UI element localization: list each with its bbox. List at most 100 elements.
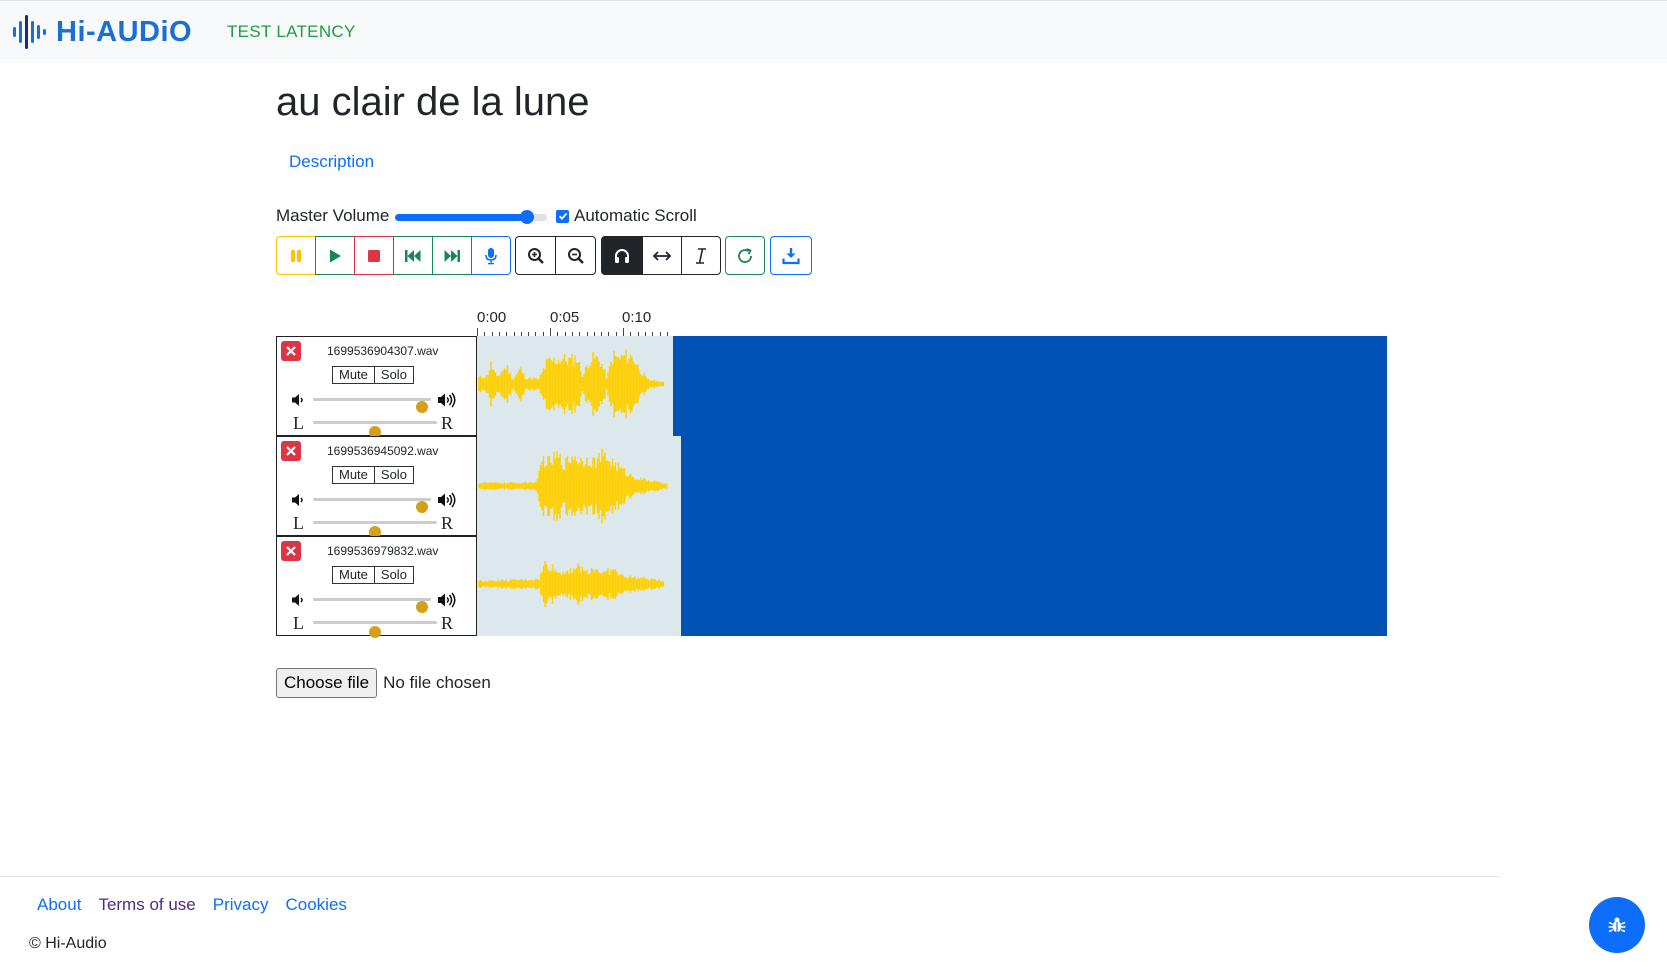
footer-link-about[interactable]: About	[37, 895, 81, 915]
mute-solo-group: Mute Solo	[332, 466, 414, 484]
close-icon	[286, 346, 296, 356]
stop-button[interactable]	[354, 236, 394, 275]
brand-logo[interactable]: Hi-AUDiO	[12, 13, 192, 51]
page-title: au clair de la lune	[276, 80, 590, 124]
sound-wave-logo-icon	[13, 15, 46, 49]
automatic-scroll-checkbox[interactable]	[556, 209, 569, 223]
remove-track-button[interactable]	[281, 341, 301, 361]
track-pan-row: L R	[291, 611, 461, 638]
zoom-out-button[interactable]	[555, 236, 596, 275]
track-volume-row	[291, 590, 461, 613]
track-pan-thumb[interactable]	[369, 626, 381, 638]
volume-high-icon	[438, 492, 456, 508]
remove-track-button[interactable]	[281, 541, 301, 561]
zoom-in-icon	[527, 247, 544, 264]
automatic-scroll-toggle[interactable]: Automatic Scroll	[556, 206, 697, 226]
volume-high-icon	[438, 392, 456, 408]
remove-track-button[interactable]	[281, 441, 301, 461]
track-controls: 1699536979832.wav Mute Solo L R	[276, 536, 477, 638]
track-volume-slider[interactable]	[313, 398, 431, 413]
headphones-icon	[615, 248, 629, 263]
footer-links: About Terms of use Privacy Cookies	[37, 895, 347, 915]
choose-file-button[interactable]: Choose file	[276, 668, 378, 698]
footer-link-terms[interactable]: Terms of use	[98, 895, 195, 915]
text-cursor-icon	[696, 247, 706, 264]
mute-button[interactable]: Mute	[332, 466, 375, 484]
solo-button[interactable]: Solo	[374, 566, 414, 584]
master-volume-slider[interactable]	[395, 210, 547, 224]
headphones-button[interactable]	[601, 236, 643, 275]
close-icon	[286, 446, 296, 456]
copyright: © Hi-Audio	[29, 935, 107, 952]
pan-right-label: R	[441, 613, 454, 633]
volume-high-icon	[438, 592, 456, 608]
zoom-out-icon	[567, 247, 584, 264]
track-waveform	[478, 561, 665, 607]
track-volume-row	[291, 490, 461, 513]
footer-divider	[0, 876, 1500, 877]
track-pan-slider[interactable]	[313, 421, 437, 438]
test-latency-link[interactable]: TEST LATENCY	[227, 22, 356, 42]
mute-solo-group: Mute Solo	[332, 366, 414, 384]
skip-forward-button[interactable]	[432, 236, 472, 275]
ruler-tick	[623, 328, 624, 336]
master-volume-fill	[395, 214, 528, 221]
timeline-ruler[interactable]: 0:00 0:05 0:10	[477, 306, 673, 336]
track-volume-slider[interactable]	[313, 598, 431, 613]
brand-name: Hi-AUDiO	[56, 15, 193, 48]
skip-back-icon	[405, 249, 421, 262]
skip-back-button[interactable]	[393, 236, 433, 275]
record-button[interactable]	[471, 236, 511, 275]
stop-icon	[368, 249, 380, 262]
pause-button[interactable]	[276, 236, 316, 275]
tab-description[interactable]: Description	[289, 152, 374, 172]
play-icon	[330, 249, 341, 262]
solo-button[interactable]: Solo	[374, 466, 414, 484]
waveform-area[interactable]	[477, 336, 1387, 636]
horizontal-arrows-icon	[652, 250, 672, 261]
master-volume-thumb[interactable]	[520, 210, 535, 224]
pause-icon	[291, 249, 301, 262]
pan-left-label: L	[293, 413, 304, 433]
volume-low-icon	[292, 494, 303, 506]
footer-link-cookies[interactable]: Cookies	[285, 895, 346, 915]
track-pan-row: L R	[291, 511, 461, 538]
pan-right-label: R	[441, 513, 454, 533]
track-volume-row	[291, 390, 461, 413]
file-status: No file chosen	[383, 673, 491, 692]
pan-left-label: L	[293, 613, 304, 633]
bug-icon	[1608, 917, 1626, 933]
download-icon	[782, 247, 800, 264]
mute-button[interactable]: Mute	[332, 366, 375, 384]
solo-button[interactable]: Solo	[374, 366, 414, 384]
skip-forward-icon	[444, 249, 460, 262]
navbar: Hi-AUDiO TEST LATENCY	[0, 0, 1667, 63]
refresh-icon	[738, 247, 752, 263]
play-button[interactable]	[315, 236, 355, 275]
volume-low-icon	[292, 394, 303, 406]
ruler-tick	[550, 328, 551, 336]
close-icon	[286, 546, 296, 556]
track-waveform	[478, 349, 665, 419]
refresh-button[interactable]	[725, 236, 765, 275]
track-volume-slider[interactable]	[313, 498, 431, 513]
automatic-scroll-label: Automatic Scroll	[574, 206, 697, 225]
ruler-tick	[477, 328, 478, 336]
download-button[interactable]	[770, 236, 812, 275]
zoom-in-button[interactable]	[515, 236, 556, 275]
track-filename: 1699536979832.wav	[327, 544, 439, 558]
track-controls: 1699536945092.wav Mute Solo L R	[276, 436, 477, 538]
file-upload: Choose file No file chosen	[276, 668, 491, 698]
track-pan-row: L R	[291, 411, 461, 438]
ruler-label: 0:00	[477, 309, 507, 326]
mute-button[interactable]: Mute	[332, 566, 375, 584]
checkmark-icon	[558, 212, 567, 220]
track-pan-slider[interactable]	[313, 521, 437, 538]
track-filename: 1699536945092.wav	[327, 444, 439, 458]
track-filename: 1699536904307.wav	[327, 344, 439, 358]
report-bug-button[interactable]	[1589, 897, 1645, 953]
footer-link-privacy[interactable]: Privacy	[213, 895, 269, 915]
text-cursor-button[interactable]	[681, 236, 721, 275]
fit-width-button[interactable]	[642, 236, 682, 275]
track-pan-slider[interactable]	[313, 621, 437, 638]
